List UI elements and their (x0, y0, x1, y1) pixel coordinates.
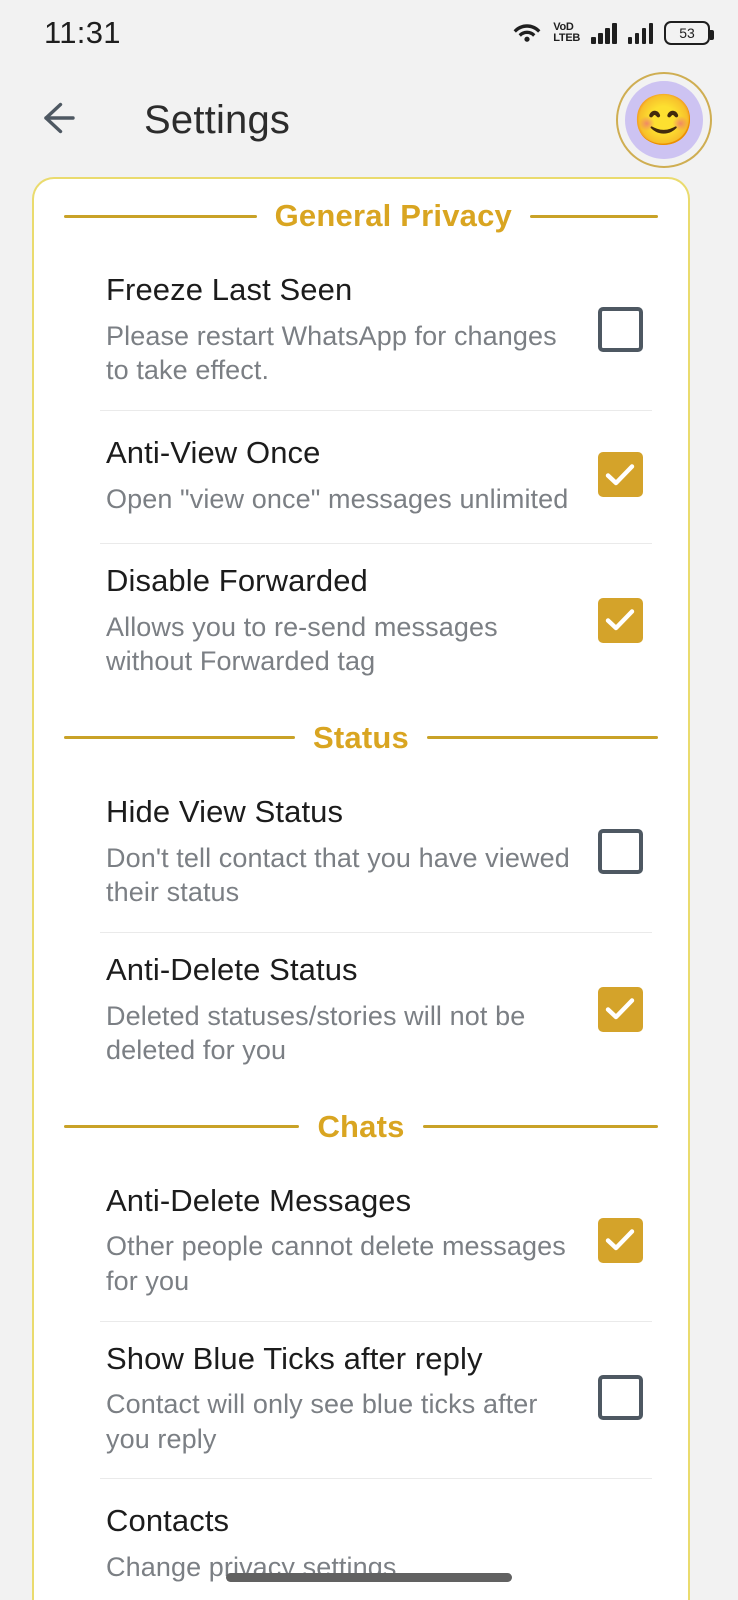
app-bar: Settings 😊 (0, 66, 738, 174)
checkbox-holder (588, 828, 652, 874)
checkbox-unchecked[interactable] (597, 306, 643, 352)
section-rule-left (64, 736, 296, 740)
signal-bars-sim1-icon (591, 22, 617, 44)
back-arrow-icon (41, 101, 87, 140)
avatar[interactable]: 😊 (616, 72, 712, 168)
setting-texts: Anti-View Once Open "view once" messages … (106, 434, 588, 516)
setting-title: Anti-View Once (106, 434, 321, 470)
battery-icon: 53 (664, 21, 714, 45)
section-header: Chats (34, 1090, 688, 1164)
section-header: Status (34, 701, 688, 775)
back-button[interactable] (36, 92, 92, 148)
checkbox-holder (588, 1375, 652, 1421)
section-header: General Privacy (34, 179, 688, 253)
section-title: Chats (317, 1108, 405, 1144)
setting-row[interactable]: Freeze Last Seen Please restart WhatsApp … (34, 253, 688, 410)
setting-title: Anti-Delete Status (106, 951, 358, 987)
section-rule-right (530, 214, 658, 218)
section-title: General Privacy (274, 198, 512, 233)
setting-subtitle: Deleted statuses/stories will not be del… (106, 1000, 526, 1066)
section-rule-right (426, 736, 659, 740)
setting-title: Contacts (106, 1503, 230, 1539)
signal-bars-sim2-icon (627, 22, 653, 44)
checkbox-checked[interactable] (597, 452, 643, 498)
setting-row[interactable]: Anti-Delete Status Deleted statuses/stori… (34, 933, 688, 1090)
smiling-face-icon: 😊 (632, 92, 696, 148)
settings-card: General Privacy Freeze Last Seen Please re… (32, 177, 690, 1600)
checkbox-holder (588, 986, 652, 1032)
setting-row[interactable]: Hide View Status Don't tell contact that … (34, 775, 688, 932)
status-clock: 11:31 (44, 15, 121, 50)
setting-row[interactable]: Anti-View Once Open "view once" messages … (34, 411, 688, 543)
volte-icon: VoD LTEB (553, 21, 580, 44)
setting-row[interactable]: Anti-Delete Messages Other people cannot … (34, 1164, 688, 1321)
page-title: Settings (144, 97, 291, 142)
setting-title: Hide View Status (106, 793, 344, 829)
setting-subtitle: Allows you to re-send messages without F… (106, 611, 498, 677)
setting-title: Freeze Last Seen (106, 272, 353, 307)
setting-texts: Anti-Delete Messages Other people cannot … (106, 1182, 588, 1299)
setting-title: Disable Forwarded (106, 562, 368, 598)
checkbox-holder (588, 306, 652, 352)
setting-texts: Freeze Last Seen Please restart WhatsApp … (106, 271, 588, 388)
setting-subtitle: Don't tell contact that you have viewed … (106, 842, 570, 908)
section-rule-right (422, 1125, 659, 1129)
settings-list: General Privacy Freeze Last Seen Please re… (34, 179, 688, 1600)
checkbox-unchecked[interactable] (597, 1375, 643, 1421)
section-rule-left (64, 1125, 300, 1129)
section-title: Status (313, 719, 409, 755)
phone-screen: 11:31 VoD LTEB 53 Settings 😊 General Pri… (0, 0, 738, 1600)
checkbox-checked[interactable] (597, 1217, 643, 1263)
status-icon-group: VoD LTEB 53 (512, 19, 714, 48)
status-bar: 11:31 VoD LTEB 53 (0, 0, 738, 66)
checkbox-checked[interactable] (597, 597, 643, 643)
setting-row[interactable]: Disable Forwarded Allows you to re-send m… (34, 544, 688, 701)
checkbox-holder (588, 1217, 652, 1263)
setting-texts: Anti-Delete Status Deleted statuses/stori… (106, 951, 588, 1068)
checkbox-unchecked[interactable] (597, 828, 643, 874)
setting-subtitle: Please restart WhatsApp for changes to t… (106, 320, 557, 386)
setting-subtitle: Other people cannot delete messages for … (106, 1231, 566, 1296)
home-gesture-bar[interactable] (226, 1573, 512, 1582)
setting-texts: Disable Forwarded Allows you to re-send m… (106, 562, 588, 679)
avatar-disc: 😊 (625, 81, 703, 159)
setting-subtitle: Open "view once" messages unlimited (106, 483, 569, 514)
setting-subtitle: Contact will only see blue ticks after y… (106, 1389, 538, 1454)
checkbox-holder (588, 597, 652, 643)
setting-texts: Show Blue Ticks after reply Contact will … (106, 1340, 588, 1457)
setting-row[interactable]: Show Blue Ticks after reply Contact will … (34, 1322, 688, 1479)
checkbox-holder (588, 452, 652, 498)
setting-title: Anti-Delete Messages (106, 1182, 412, 1218)
checkbox-checked[interactable] (597, 986, 643, 1032)
section-rule-left (64, 214, 257, 218)
wifi-icon (512, 19, 542, 48)
setting-title: Show Blue Ticks after reply (106, 1340, 483, 1376)
setting-texts: Hide View Status Don't tell contact that … (106, 793, 588, 910)
battery-percent-label: 53 (679, 25, 695, 41)
